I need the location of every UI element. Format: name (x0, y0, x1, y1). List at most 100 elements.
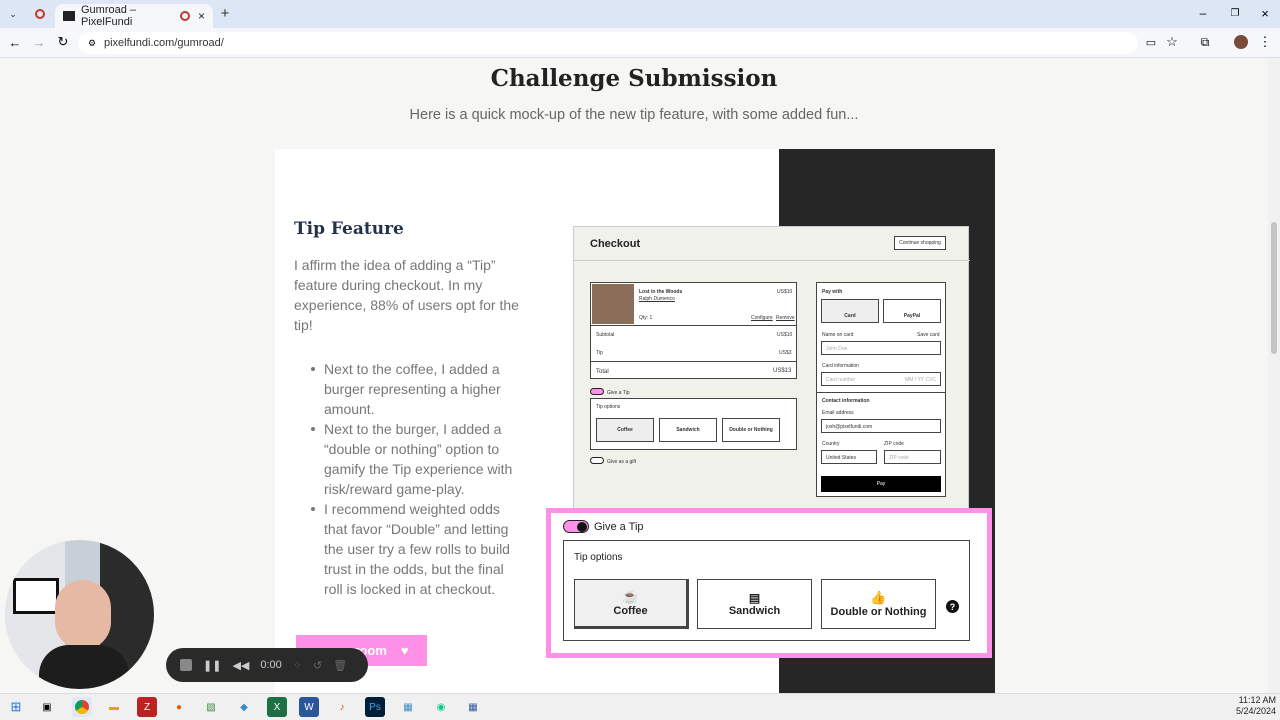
recording-indicator-icon (179, 11, 190, 21)
remove-link[interactable]: Remove (776, 315, 795, 321)
cart-box: Lost in the Woods Ralph Dumenco US$10 Qt… (590, 282, 797, 379)
cast-icon[interactable]: ▭ (1144, 35, 1158, 49)
mini-give-tip-label: Give a Tip (607, 390, 630, 396)
mini-coffee-option[interactable]: Coffee (596, 418, 654, 442)
reload-icon[interactable]: ↻ (56, 34, 70, 49)
firefox-icon[interactable]: ● (169, 697, 189, 717)
filezilla-icon[interactable]: Z (137, 697, 157, 717)
url-field[interactable]: ⚙ pixelfundi.com/gumroad/ (78, 32, 1138, 54)
mini-tip-options-label: Tip options (596, 404, 621, 410)
list-item: Next to the coffee, I added a burger rep… (311, 359, 524, 419)
edge-icon[interactable]: ◉ (431, 697, 451, 717)
list-item: Next to the burger, I added a “double or… (311, 419, 524, 499)
menu-kebab-icon[interactable]: ⋮ (1258, 34, 1272, 49)
card-option[interactable]: Card (821, 299, 879, 323)
person-face (55, 580, 111, 650)
calculator-icon[interactable]: ▦ (463, 697, 483, 717)
page-viewport: Challenge Submission Here is a quick moc… (0, 59, 1268, 693)
total-label: Total (596, 369, 609, 375)
coffee-option[interactable]: ☕ Coffee (574, 579, 689, 629)
mini-sandwich-option[interactable]: Sandwich (659, 418, 717, 442)
close-window-icon[interactable]: × (1258, 6, 1272, 21)
chrome-taskbar-icon[interactable] (72, 697, 92, 717)
card-number-placeholder: Card number (826, 377, 856, 383)
continue-shopping-button[interactable]: Continue shopping (894, 236, 946, 250)
restart-icon[interactable]: ↺ (313, 659, 322, 672)
configure-link[interactable]: Configure (751, 315, 773, 321)
burger-icon: ▤ (748, 591, 761, 605)
divider (591, 325, 796, 326)
mini-tip-toggle[interactable] (590, 388, 604, 395)
windows-start-icon[interactable]: ⊞ (6, 697, 26, 717)
minimize-icon[interactable]: – (1196, 6, 1210, 20)
trash-icon[interactable]: 🗑 (333, 659, 347, 672)
country-select[interactable]: United States (821, 450, 877, 464)
total-value: US$13 (773, 368, 792, 374)
forward-icon[interactable]: → (32, 35, 46, 50)
name-on-card-input[interactable]: John Doe (821, 341, 941, 355)
tip-feature-intro: I affirm the idea of adding a “Tip” feat… (294, 257, 519, 333)
pay-panel: Pay with Card PayPal Name on card Save c… (816, 282, 946, 497)
scrollbar-track[interactable] (1268, 59, 1280, 693)
rewind-icon[interactable]: ◀◀ (232, 659, 249, 672)
editor-icon[interactable]: ◆ (234, 697, 254, 717)
tab-gumroad[interactable]: Gumroad – PixelFundi × (55, 4, 213, 28)
bookmark-star-icon[interactable]: ☆ (1165, 34, 1179, 49)
contact-info-label: Contact information (822, 398, 870, 404)
notepad-plus-icon[interactable]: ▧ (201, 697, 221, 717)
mini-give-gift-label: Give as a gift (607, 459, 637, 465)
pay-button[interactable]: Pay (821, 476, 941, 492)
site-info-icon[interactable]: ⚙ (86, 37, 98, 49)
mini-double-option[interactable]: Double or Nothing (722, 418, 780, 442)
product-thumbnail (592, 284, 634, 324)
remote-desktop-icon[interactable]: ▦ (398, 697, 418, 717)
file-explorer-icon[interactable]: ▬ (104, 697, 124, 717)
zip-input[interactable]: ZIP code (884, 450, 941, 464)
card-number-input[interactable]: Card number MM / YY CVC (821, 372, 941, 386)
email-input[interactable]: josh@pixelfundi.com (821, 419, 941, 433)
recording-tab-icon[interactable] (35, 9, 45, 19)
card-info-label: Card information (822, 363, 859, 369)
tab-title: Gumroad – PixelFundi (81, 4, 137, 28)
email-label: Email address (822, 410, 854, 416)
double-or-nothing-option[interactable]: 👍 Double or Nothing (821, 579, 936, 629)
coffee-icon: ☕ (622, 589, 639, 604)
photoshop-icon[interactable]: Ps (365, 697, 385, 717)
stop-icon[interactable] (180, 659, 192, 671)
back-icon[interactable]: ← (8, 35, 22, 50)
page-subtitle: Here is a quick mock-up of the new tip f… (409, 107, 859, 123)
grid-icon[interactable]: ⁘ (293, 659, 302, 672)
give-tip-toggle[interactable] (563, 520, 589, 533)
product-price: US$10 (777, 289, 793, 295)
sandwich-option[interactable]: ▤ Sandwich (697, 579, 812, 629)
mini-gift-toggle[interactable] (590, 457, 604, 464)
clock-date: 5/24/2024 (1235, 706, 1276, 716)
checkout-mockup: Checkout Continue shopping Lost in the W… (573, 226, 970, 509)
pause-icon[interactable]: ❚❚ (203, 659, 221, 672)
page-title: Challenge Submission (490, 65, 778, 92)
save-card-label: Save card (917, 332, 940, 338)
system-clock[interactable]: 11:12 AM 5/24/2024 (1226, 695, 1276, 717)
new-tab-icon[interactable]: + (218, 5, 232, 22)
restore-icon[interactable]: ❐ (1228, 6, 1242, 20)
product-qty: Qty: 1 (639, 315, 653, 321)
divider (817, 392, 945, 393)
paypal-option[interactable]: PayPal (883, 299, 941, 323)
close-tab-icon[interactable]: × (198, 9, 205, 23)
app-icon[interactable]: ♪ (332, 697, 352, 717)
tab-list-chevron-icon[interactable]: ⌄ (6, 7, 20, 21)
subtotal-value: US$10 (777, 332, 793, 338)
country-label: Country (822, 441, 840, 447)
tip-label: Tip (596, 350, 603, 356)
webcam-overlay (5, 540, 154, 689)
double-option-label: Double or Nothing (830, 606, 927, 618)
extensions-icon[interactable]: ⧉ (1198, 35, 1212, 49)
word-icon[interactable]: W (299, 697, 319, 717)
thumbs-up-icon: 👍 (870, 590, 887, 605)
task-view-icon[interactable]: ▣ (37, 697, 57, 717)
scrollbar-thumb[interactable] (1271, 222, 1277, 354)
excel-icon[interactable]: X (267, 697, 287, 717)
profile-avatar[interactable] (1234, 35, 1248, 49)
heart-icon: ♥ (400, 643, 409, 658)
help-icon[interactable]: ? (946, 600, 959, 613)
